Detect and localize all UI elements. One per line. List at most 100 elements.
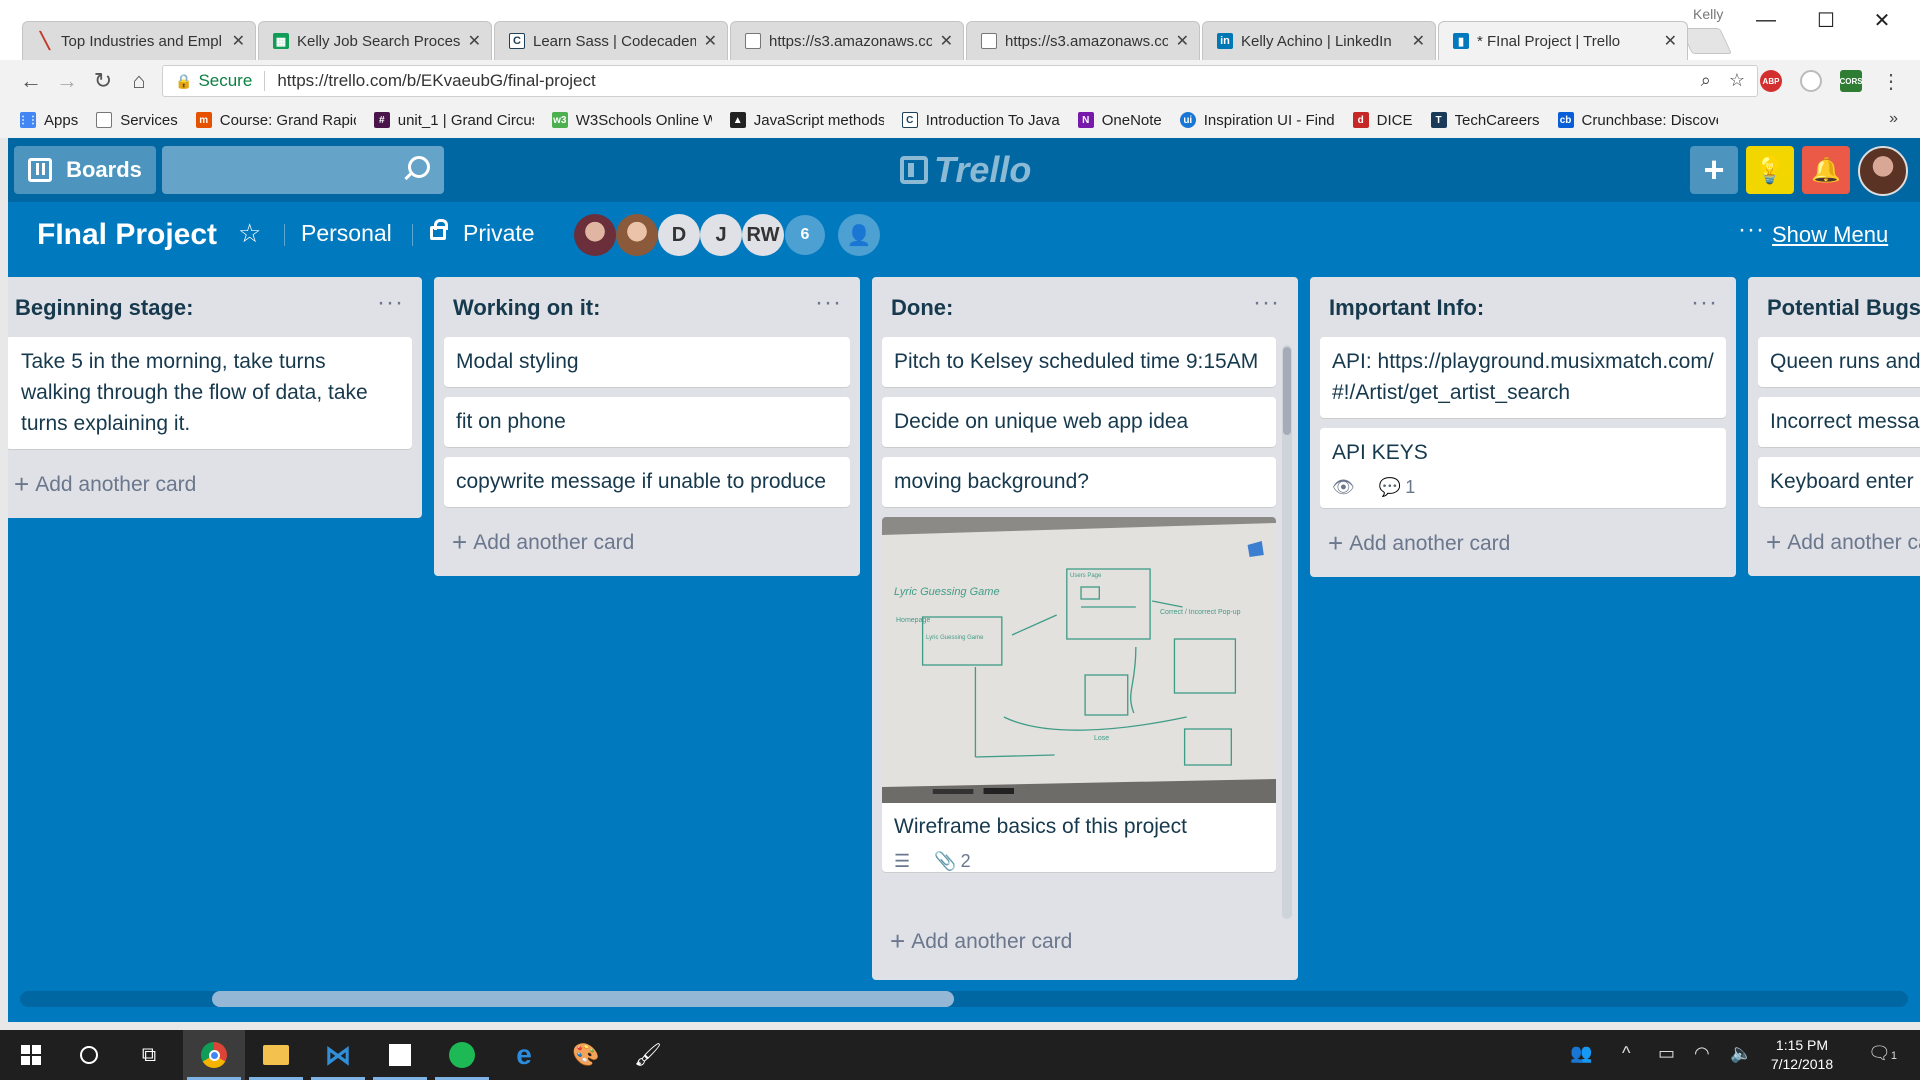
paint-icon[interactable]: 🎨 bbox=[555, 1030, 617, 1080]
maximize-icon[interactable]: ☐ bbox=[1796, 4, 1856, 36]
list-item[interactable]: moving background? bbox=[882, 457, 1276, 507]
list-title[interactable]: Working on it: bbox=[453, 295, 600, 321]
list-item[interactable]: API KEYS 👁 💬 1 bbox=[1320, 428, 1726, 508]
list-scrollbar[interactable] bbox=[1282, 345, 1292, 919]
bookmark-unit1[interactable]: # unit_1 | Grand Circus bbox=[373, 112, 534, 129]
bookmark-services[interactable]: Services bbox=[96, 112, 178, 129]
close-icon[interactable]: ✕ bbox=[232, 31, 245, 51]
boards-button[interactable]: Boards bbox=[14, 146, 156, 194]
add-card-button[interactable]: +Add another card bbox=[872, 912, 1298, 975]
bookmark-course[interactable]: m Course: Grand Rapid bbox=[195, 112, 356, 129]
close-window-icon[interactable]: ✕ bbox=[1852, 4, 1912, 36]
create-button[interactable]: + bbox=[1690, 146, 1738, 194]
tab-job-search[interactable]: ▦ Kelly Job Search Process ✕ bbox=[258, 21, 492, 60]
action-center-icon[interactable]: 🗨1 bbox=[1868, 1043, 1897, 1064]
bookmark-apps[interactable]: ⋮⋮ Apps bbox=[18, 112, 78, 129]
file-explorer-icon[interactable] bbox=[245, 1030, 307, 1080]
member-avatar[interactable]: J bbox=[700, 214, 742, 256]
list-item[interactable]: Pitch to Kelsey scheduled time 9:15AM bbox=[882, 337, 1276, 387]
list-item[interactable]: Modal styling bbox=[444, 337, 850, 387]
task-view-icon[interactable]: ⧉ bbox=[118, 1030, 180, 1080]
more-bookmarks-icon[interactable]: » bbox=[1889, 110, 1898, 128]
list-item[interactable]: Lyric Guessing Game Homepage Lyric Guess… bbox=[882, 517, 1276, 872]
member-avatar[interactable]: RW bbox=[742, 214, 784, 256]
wifi-icon[interactable]: ◠ bbox=[1694, 1043, 1710, 1064]
chrome-menu-icon[interactable]: ⋮ bbox=[1876, 66, 1906, 96]
cortana-search-icon[interactable] bbox=[58, 1030, 120, 1080]
vscode-icon[interactable]: ⋈ bbox=[307, 1030, 369, 1080]
windows-start-icon[interactable] bbox=[0, 1030, 62, 1080]
list-item[interactable]: Keyboard enter bbox=[1758, 457, 1920, 507]
adblock-extension-icon[interactable]: ABP bbox=[1760, 70, 1782, 92]
trello-logo[interactable]: Trello bbox=[900, 149, 1031, 190]
tab-top-industries[interactable]: ╲ Top Industries and Empl ✕ bbox=[22, 21, 256, 60]
board-scrollbar[interactable] bbox=[20, 991, 1908, 1007]
list-item[interactable]: Decide on unique web app idea bbox=[882, 397, 1276, 447]
list-title[interactable]: Done: bbox=[891, 295, 953, 321]
bookmark-crunchbase[interactable]: cb Crunchbase: Discove bbox=[1557, 112, 1718, 129]
list-title[interactable]: Important Info: bbox=[1329, 295, 1484, 321]
list-item[interactable]: Incorrect message bbox=[1758, 397, 1920, 447]
bookmark-star-icon[interactable]: ☆ bbox=[1729, 70, 1745, 91]
member-count-badge[interactable]: 6 bbox=[785, 215, 825, 255]
list-item[interactable]: copywrite message if unable to produce bbox=[444, 457, 850, 507]
tab-s3-amazon-2[interactable]: https://s3.amazonaws.co ✕ bbox=[966, 21, 1200, 60]
chrome-taskbar-icon[interactable] bbox=[183, 1030, 245, 1080]
address-bar[interactable]: 🔒 Secure https://trello.com/b/EKvaeubG/f… bbox=[162, 65, 1758, 97]
bookmark-js-methods[interactable]: ▲ JavaScript methods bbox=[729, 112, 884, 129]
close-icon[interactable]: ✕ bbox=[1412, 31, 1425, 51]
close-icon[interactable]: ✕ bbox=[704, 31, 717, 51]
list-item[interactable]: fit on phone bbox=[444, 397, 850, 447]
chevron-up-icon[interactable]: ^ bbox=[1622, 1043, 1630, 1064]
bookmark-inspiration-ui[interactable]: ui Inspiration UI - Find bbox=[1179, 112, 1335, 129]
avatar[interactable] bbox=[1858, 146, 1908, 196]
add-card-button[interactable]: +Add another card bbox=[434, 517, 860, 576]
page-title[interactable]: FInal Project bbox=[37, 218, 217, 252]
member-avatar[interactable] bbox=[574, 214, 616, 256]
list-item[interactable]: Take 5 in the morning, take turns walkin… bbox=[8, 337, 412, 449]
ideas-button[interactable]: 💡 bbox=[1746, 146, 1794, 194]
list-title[interactable]: Beginning stage: bbox=[15, 295, 193, 321]
volume-icon[interactable]: 🔈 bbox=[1730, 1043, 1752, 1064]
zoom-icon[interactable]: ⌕ bbox=[1701, 70, 1711, 91]
list-menu-dots-icon[interactable]: ··· bbox=[377, 289, 404, 317]
bookmark-onenote[interactable]: N OneNote bbox=[1077, 112, 1162, 129]
list-title[interactable]: Potential Bugs bbox=[1767, 295, 1920, 321]
add-card-button[interactable]: +Add another card bbox=[1310, 518, 1736, 577]
close-icon[interactable]: ✕ bbox=[468, 31, 481, 51]
scrollbar-thumb[interactable] bbox=[212, 991, 954, 1007]
close-icon[interactable]: ✕ bbox=[1176, 31, 1189, 51]
show-menu-link[interactable]: Show Menu bbox=[1772, 222, 1888, 248]
list-item[interactable]: Queen runs and with the name of song bbox=[1758, 337, 1920, 387]
people-icon[interactable]: 👥 bbox=[1570, 1043, 1592, 1064]
back-arrow-icon[interactable]: ← bbox=[16, 66, 46, 96]
system-clock[interactable]: 1:15 PM 7/12/2018 bbox=[1752, 1036, 1852, 1074]
team-button[interactable]: Personal bbox=[301, 220, 392, 247]
close-icon[interactable]: ✕ bbox=[1664, 31, 1677, 51]
add-card-button[interactable]: +Add another card bbox=[8, 459, 422, 518]
invite-member-button[interactable]: 👤 bbox=[838, 214, 880, 256]
tab-learn-sass[interactable]: C Learn Sass | Codecadem ✕ bbox=[494, 21, 728, 60]
close-icon[interactable]: ✕ bbox=[940, 31, 953, 51]
star-icon[interactable]: ☆ bbox=[238, 218, 261, 249]
sticky-notes-icon[interactable] bbox=[369, 1030, 431, 1080]
reload-icon[interactable]: ↻ bbox=[88, 66, 118, 96]
tab-trello[interactable]: ▮ * FInal Project | Trello ✕ bbox=[1438, 21, 1688, 60]
edge-icon[interactable]: e bbox=[493, 1030, 555, 1080]
bookmark-techcareers[interactable]: T TechCareers bbox=[1430, 112, 1540, 129]
profile-name[interactable]: Kelly bbox=[1693, 6, 1723, 22]
spotify-icon[interactable] bbox=[431, 1030, 493, 1080]
cors-extension-icon[interactable]: CORS bbox=[1839, 70, 1863, 92]
bookmark-intro-java[interactable]: C Introduction To Java bbox=[901, 112, 1060, 129]
list-menu-dots-icon[interactable]: ··· bbox=[815, 289, 842, 317]
search-icon[interactable] bbox=[408, 156, 430, 178]
search-input[interactable] bbox=[162, 146, 444, 194]
paint-3d-icon[interactable]: 🖌 bbox=[617, 1030, 679, 1080]
bookmark-w3schools[interactable]: w3 W3Schools Online W bbox=[551, 112, 712, 129]
member-avatar[interactable]: D bbox=[658, 214, 700, 256]
url-text[interactable]: https://trello.com/b/EKvaeubG/final-proj… bbox=[277, 71, 595, 91]
list-menu-dots-icon[interactable]: ··· bbox=[1253, 289, 1280, 317]
more-dots-icon[interactable]: ··· bbox=[1738, 216, 1765, 244]
list-item[interactable]: API: https://playground.musixmatch.com/#… bbox=[1320, 337, 1726, 418]
notifications-button[interactable]: 🔔 bbox=[1802, 146, 1850, 194]
